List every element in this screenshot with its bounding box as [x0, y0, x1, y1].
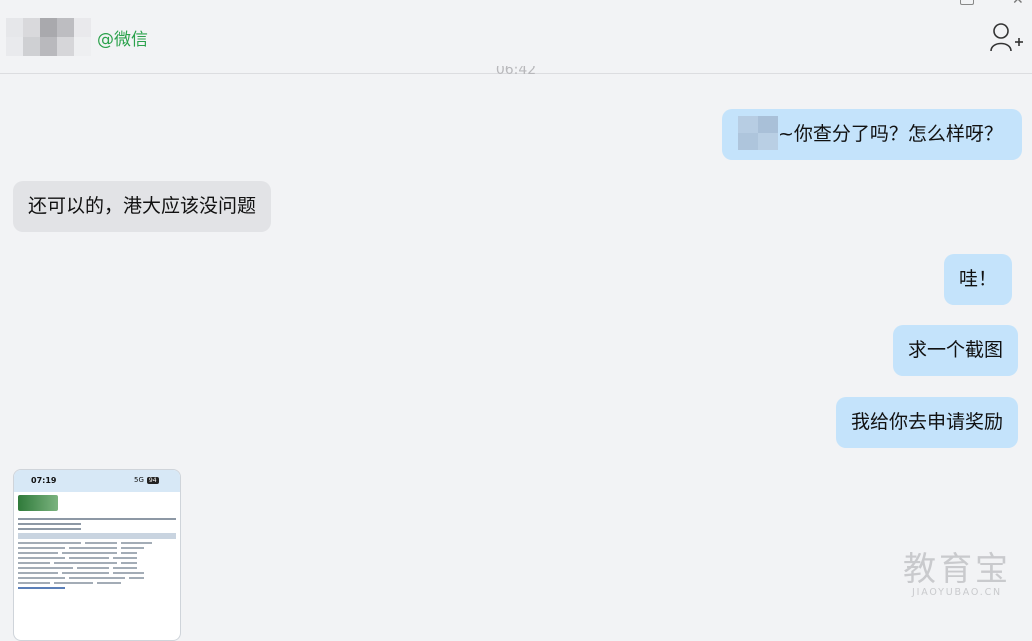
- redacted-mention: [738, 115, 778, 150]
- message-timestamp: 06:42: [495, 66, 537, 78]
- message-bubble-outgoing[interactable]: 我给你去申请奖励: [836, 397, 1019, 448]
- message-bubble-incoming[interactable]: 还可以的，港大应该没问题: [13, 181, 272, 232]
- screenshot-time: 07:19: [31, 476, 57, 485]
- site-watermark: 教育宝 JIAOYUBAO.CN: [903, 549, 1011, 599]
- message-text: 求一个截图: [908, 339, 1004, 361]
- message-bubble-outgoing[interactable]: ~你查分了吗？怎么样呀？: [722, 109, 1022, 160]
- screenshot-status-bar: 07:19 5G 94: [14, 470, 180, 492]
- message-text: 还可以的，港大应该没问题: [28, 195, 257, 217]
- screenshot-network: 5G 94: [134, 476, 159, 484]
- contact-name[interactable]: @微信: [97, 25, 148, 50]
- chat-header: @微信 ✕: [0, 0, 1032, 74]
- add-user-icon[interactable]: [988, 21, 1024, 53]
- message-text: ~你查分了吗？怎么样呀？: [778, 123, 1003, 145]
- screenshot-document: [14, 492, 180, 595]
- message-bubble-outgoing[interactable]: 哇！: [944, 254, 1013, 305]
- message-text: 哇！: [959, 268, 998, 290]
- exam-authority-logo: [18, 495, 58, 511]
- message-text: 我给你去申请奖励: [851, 411, 1004, 433]
- minimize-icon[interactable]: [960, 0, 974, 5]
- close-icon[interactable]: ✕: [1012, 0, 1024, 8]
- battery-icon: 94: [146, 477, 159, 484]
- contact-avatar[interactable]: [6, 18, 91, 56]
- image-message-thumbnail[interactable]: 07:19 5G 94: [13, 469, 181, 641]
- message-bubble-outgoing[interactable]: 求一个截图: [893, 325, 1019, 376]
